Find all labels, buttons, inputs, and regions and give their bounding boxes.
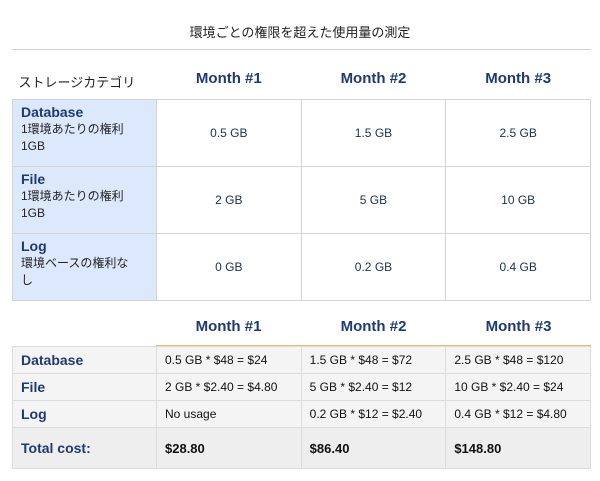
category-name: Log [21,238,47,254]
category-entitlement: 1環境あたりの権利 [21,189,124,203]
cost-cell: 10 GB * $2.40 = $24 [445,373,591,401]
category-cell-log: Log 環境ベースの権利な し [12,233,157,301]
usage-cell: 0.2 GB [300,233,447,301]
table-row: Database 0.5 GB * $48 = $24 1.5 GB * $48… [12,346,591,374]
cost-cell: 0.2 GB * $12 = $2.40 [300,400,447,428]
category-entitlement-amount: し [21,273,34,287]
cost-cell: No usage [156,400,302,428]
cost-cell: 5 GB * $2.40 = $12 [300,373,447,401]
page-title: 環境ごとの権限を超えた使用量の測定 [189,25,411,40]
cost-month-2-header: Month #2 [340,318,407,335]
table-row: Database 1環境あたりの権利 1GB 0.5 GB 1.5 GB 2.5… [12,99,591,167]
category-name: Database [21,104,84,120]
total-cost-row: Total cost: $28.80 $86.40 $148.80 [12,427,591,469]
total-cost-cell: $28.80 [156,427,302,469]
usage-cell: 0.5 GB [156,99,302,167]
category-entitlement: 環境ベースの権利な [21,256,129,270]
category-cell-database: Database 1環境あたりの権利 1GB [12,99,157,167]
cost-cell: 1.5 GB * $48 = $72 [300,346,447,374]
cost-cell: 2.5 GB * $48 = $120 [445,346,591,374]
title-divider [12,49,591,50]
cost-table: Database 0.5 GB * $48 = $24 1.5 GB * $48… [12,346,591,469]
usage-cell: 2.5 GB [445,99,591,167]
month-2-header: Month #2 [340,69,407,87]
category-entitlement-amount: 1GB [21,139,46,153]
cost-cell: 0.5 GB * $48 = $24 [156,346,302,374]
category-entitlement: 1環境あたりの権利 [21,122,124,136]
storage-category-header: ストレージカテゴリ [12,57,157,100]
usage-cell: 2 GB [156,166,302,234]
table-row: Log No usage 0.2 GB * $12 = $2.40 0.4 GB… [12,400,591,428]
category-name: File [21,171,46,187]
total-cost-cell: $86.40 [300,427,447,469]
table-row: File 2 GB * $2.40 = $4.80 5 GB * $2.40 =… [12,373,591,401]
total-cost-cell: $148.80 [445,427,591,469]
month-3-header: Month #3 [485,69,552,87]
month-1-header: Month #1 [195,69,262,87]
cost-month-3-header: Month #3 [485,318,552,335]
category-cell-file: File 1環境あたりの権利 1GB [12,166,157,234]
usage-cell: 10 GB [445,166,591,234]
cost-cell: 0.4 GB * $12 = $4.80 [445,400,591,428]
cost-cell: 2 GB * $2.40 = $4.80 [156,373,302,401]
table-row: Log 環境ベースの権利な し 0 GB 0.2 GB 0.4 GB [12,233,591,301]
entitlement-header-row: ストレージカテゴリ Month #1 Month #2 Month #3 [12,57,591,100]
category-entitlement-amount: 1GB [21,206,46,220]
usage-cell: 0 GB [156,233,302,301]
entitlement-table: ストレージカテゴリ Month #1 Month #2 Month #3 Dat… [12,57,591,301]
usage-cell: 5 GB [300,166,447,234]
table-row: File 1環境あたりの権利 1GB 2 GB 5 GB 10 GB [12,166,591,234]
usage-cell: 0.4 GB [445,233,591,301]
cost-row-label: Database [12,346,157,374]
cost-row-label: Log [12,400,157,428]
cost-month-1-header: Month #1 [195,318,262,335]
cost-row-label: File [12,373,157,401]
usage-cell: 1.5 GB [300,99,447,167]
total-cost-label: Total cost: [12,427,157,469]
